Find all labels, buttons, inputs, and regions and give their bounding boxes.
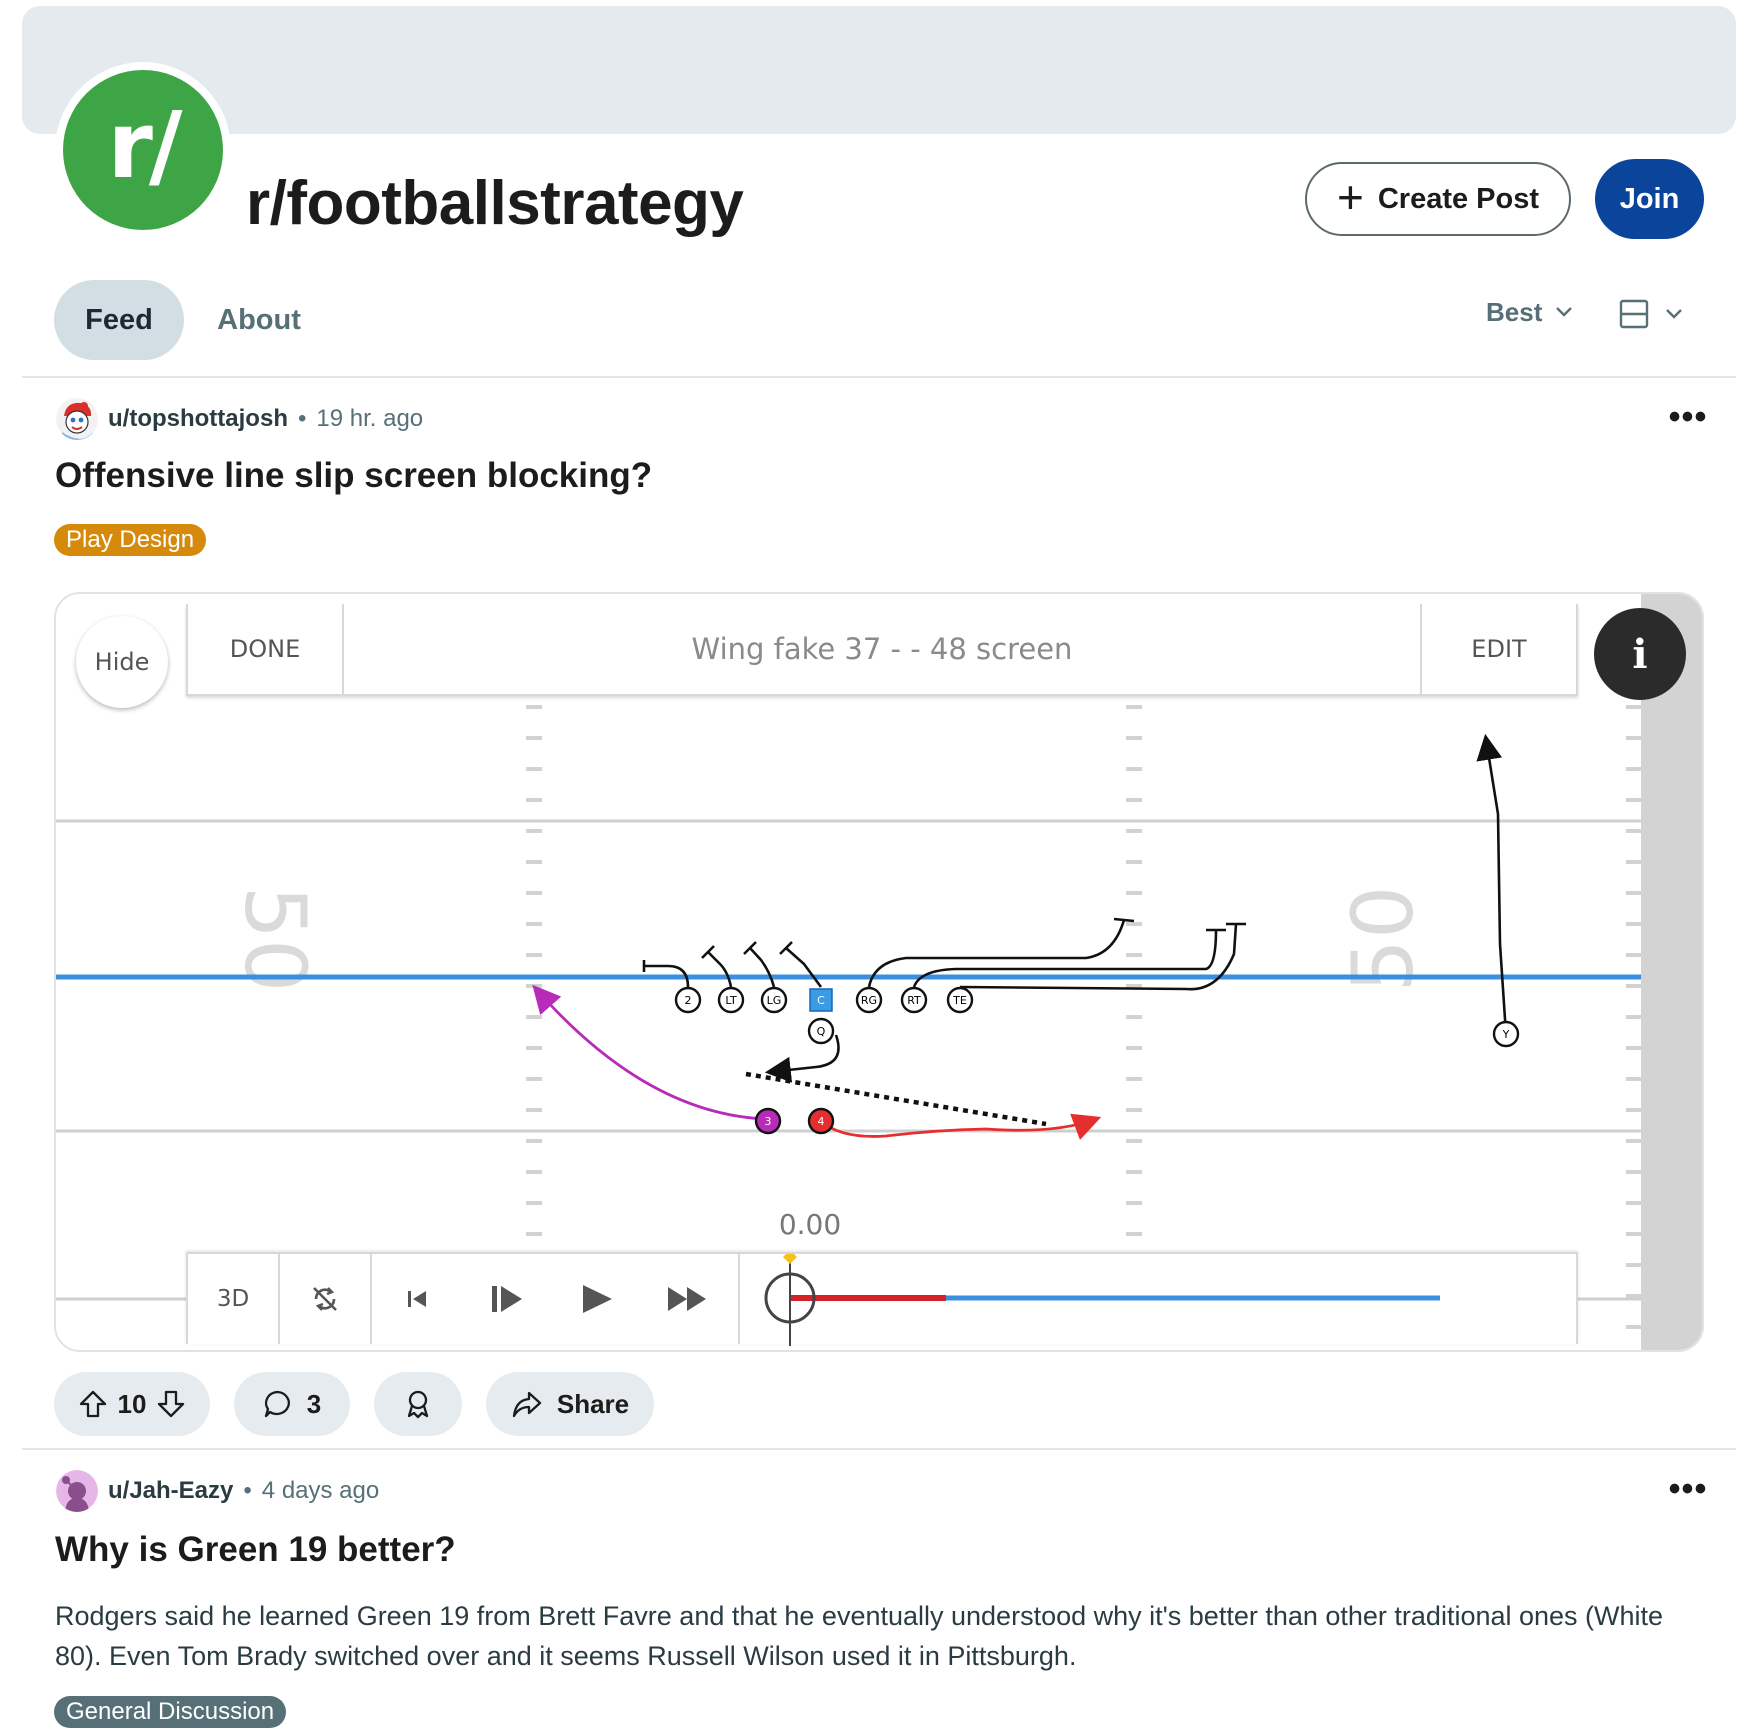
avatar[interactable] <box>56 1470 98 1512</box>
share-label: Share <box>556 1388 630 1419</box>
player-4-label: 4 <box>818 1115 825 1128</box>
award-icon <box>407 1390 429 1419</box>
playback-controls: 3D 0.00 <box>186 1208 1578 1346</box>
post-flair[interactable]: Play Design <box>54 524 207 556</box>
card-layout-icon <box>1619 299 1649 329</box>
divider <box>22 376 1736 378</box>
hide-button[interactable]: Hide <box>76 616 168 708</box>
player-te-label: TE <box>952 994 967 1007</box>
meta-separator: • <box>297 405 307 432</box>
comment-count: 3 <box>306 1388 322 1419</box>
upvote-icon <box>79 1390 106 1418</box>
post-meta: u/topshottajosh • 19 hr. ago <box>56 396 423 442</box>
player-rg-label: RG <box>861 994 877 1007</box>
3d-toggle-button[interactable]: 3D <box>188 1254 280 1344</box>
play-icon <box>583 1285 612 1313</box>
community-banner <box>22 6 1736 134</box>
edit-button[interactable]: EDIT <box>1420 604 1576 694</box>
create-post-label: Create Post <box>1377 182 1540 215</box>
player-q-label: Q <box>817 1025 826 1038</box>
timeline[interactable]: 0.00 <box>738 1208 1576 1346</box>
post-actions: 10 3 Share <box>54 1372 654 1436</box>
downvote-icon <box>158 1390 185 1418</box>
post-title[interactable]: Why is Green 19 better? <box>55 1530 456 1570</box>
post-body: Rodgers said he learned Green 19 from Br… <box>55 1601 1664 1671</box>
vote-count: 10 <box>117 1388 147 1419</box>
post-meta: u/Jah-Eazy • 4 days ago <box>56 1468 379 1514</box>
skip-back-icon <box>408 1291 426 1307</box>
post-author[interactable]: u/topshottajosh <box>108 405 288 433</box>
community-name: r/footballstrategy <box>246 169 744 238</box>
view-toggle[interactable] <box>1618 294 1684 334</box>
user-avatar-icon <box>56 398 98 440</box>
comment-icon <box>264 1390 290 1418</box>
sort-dropdown[interactable]: Best <box>1486 292 1574 332</box>
fast-forward-button[interactable] <box>642 1254 732 1344</box>
post-options-button[interactable]: ••• <box>1668 398 1708 436</box>
step-forward-button[interactable] <box>462 1254 552 1344</box>
comments-button[interactable]: 3 <box>234 1372 350 1436</box>
vote-bar: 10 <box>54 1372 210 1436</box>
post-title[interactable]: Offensive line slip screen blocking? <box>55 456 652 496</box>
meta-separator: • <box>243 1477 252 1504</box>
post-options-button[interactable]: ••• <box>1668 1470 1708 1508</box>
post-flair[interactable]: General Discussion <box>54 1696 287 1728</box>
play-title: Wing fake 37 - - 48 screen <box>691 632 1073 666</box>
downvote-button[interactable] <box>156 1389 186 1419</box>
play-diagram: 50 50 2 LT LG C RG RT TE Q Y 3 4 <box>56 594 1702 1350</box>
skip-back-button[interactable] <box>372 1254 462 1344</box>
post-author[interactable]: u/Jah-Eazy <box>108 1477 233 1505</box>
upvote-button[interactable] <box>78 1389 108 1419</box>
share-icon <box>512 1391 542 1418</box>
community-icon-text: r/ <box>63 70 223 230</box>
play-toolbar: DONE Wing fake 37 - - 48 screen EDIT <box>186 604 1578 696</box>
sync-off-icon <box>313 1287 337 1311</box>
post-time: 19 hr. ago <box>316 405 424 432</box>
divider <box>22 1448 1736 1450</box>
sort-label: Best <box>1486 296 1543 327</box>
chevron-down-icon <box>1666 309 1682 319</box>
player-lg-label: LG <box>767 994 782 1007</box>
player-c-label: C <box>817 994 825 1007</box>
post-media[interactable]: 50 50 2 LT LG C RG RT TE Q Y 3 4 Hide DO… <box>54 592 1704 1352</box>
award-button[interactable] <box>374 1372 462 1436</box>
fast-forward-icon <box>668 1287 706 1311</box>
player-lt-label: LT <box>725 994 737 1007</box>
timeline-marker <box>783 1254 797 1264</box>
player-2-label: 2 <box>685 994 692 1007</box>
user-avatar-icon <box>56 1470 98 1512</box>
share-button[interactable]: Share <box>486 1372 654 1436</box>
tab-feed[interactable]: Feed <box>54 280 184 360</box>
sync-toggle-button[interactable] <box>280 1254 372 1344</box>
player-3-label: 3 <box>765 1115 772 1128</box>
timeline-track <box>764 1254 1440 1346</box>
tab-about[interactable]: About <box>204 280 314 360</box>
chevron-down-icon <box>1556 307 1573 317</box>
player-y-label: Y <box>1502 1028 1510 1041</box>
create-post-button[interactable]: + Create Post <box>1305 162 1571 236</box>
post-time: 4 days ago <box>261 1477 380 1504</box>
timeline-value: 0.00 <box>778 1208 842 1241</box>
info-button[interactable]: i <box>1594 608 1686 700</box>
step-forward-icon <box>492 1286 522 1312</box>
avatar[interactable] <box>56 398 98 440</box>
play-button[interactable] <box>552 1254 642 1344</box>
join-button[interactable]: Join <box>1595 159 1704 239</box>
community-icon: r/ <box>55 62 231 238</box>
done-button[interactable]: DONE <box>188 604 344 694</box>
player-rt-label: RT <box>907 994 921 1007</box>
plus-icon: + <box>1336 171 1364 223</box>
